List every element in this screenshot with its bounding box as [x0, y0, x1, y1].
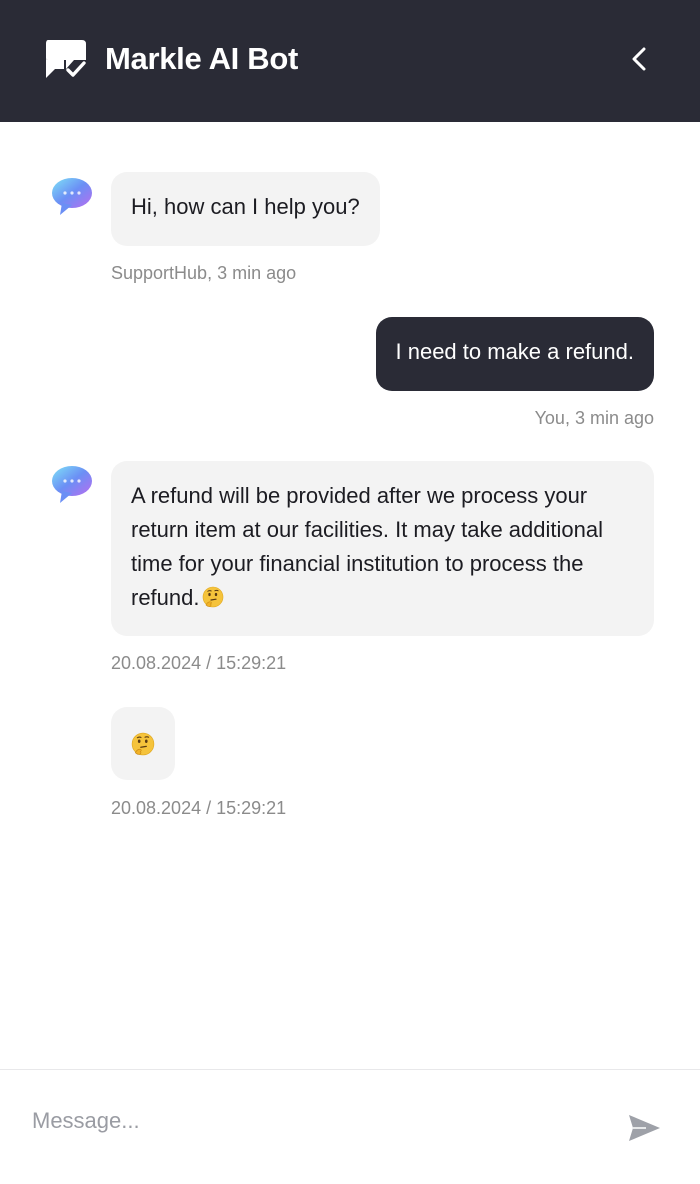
bot-avatar — [50, 174, 94, 218]
bot-bubble-icon — [52, 466, 92, 503]
bot-avatar — [50, 462, 94, 506]
chat-check-icon — [44, 38, 90, 80]
chat-window: Markle AI Bot Hi, how can I help you? Su — [0, 0, 700, 1184]
thinking-face-icon — [202, 586, 223, 608]
send-button[interactable] — [624, 1108, 664, 1148]
user-message: I need to make a refund. — [375, 317, 654, 391]
bot-message — [111, 707, 175, 780]
message-meta: 20.08.2024 / 15:29:21 — [111, 798, 287, 818]
send-icon — [629, 1115, 660, 1141]
header-title: Markle AI Bot — [105, 41, 299, 76]
message-input[interactable] — [32, 1100, 592, 1142]
back-button[interactable] — [618, 38, 660, 80]
bot-message: A refund will be provided after we proce… — [111, 461, 654, 636]
thinking-face-icon — [131, 732, 155, 755]
message-meta: 20.08.2024 / 15:29:21 — [111, 653, 287, 673]
composer-divider — [0, 1069, 700, 1070]
bot-message: Hi, how can I help you? — [111, 172, 380, 246]
message-meta: You, 3 min ago — [534, 408, 654, 428]
chat-header: Markle AI Bot — [0, 0, 700, 122]
message-meta: SupportHub, 3 min ago — [111, 263, 297, 283]
bot-bubble-icon — [52, 178, 92, 215]
chevron-left-icon — [632, 47, 646, 71]
